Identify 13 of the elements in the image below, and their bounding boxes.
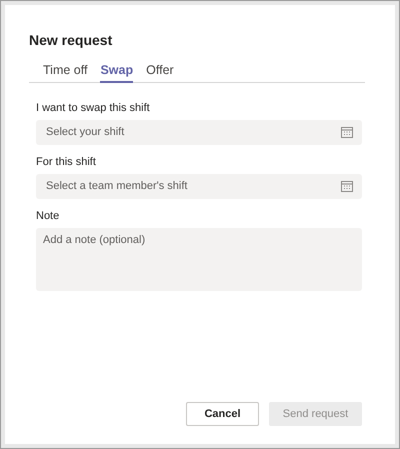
dialog-title: New request xyxy=(29,31,114,49)
note-field[interactable]: Add a note (optional) xyxy=(36,228,362,291)
calendar-icon xyxy=(341,181,353,192)
field-label: Note xyxy=(36,209,60,223)
field-label: For this shift xyxy=(36,155,97,169)
calendar-icon xyxy=(341,127,353,138)
dialog-button[interactable]: Cancel xyxy=(186,402,259,426)
tab[interactable]: Swap xyxy=(100,62,134,83)
field-label: I want to swap this shift xyxy=(36,101,151,115)
tab[interactable]: Time off xyxy=(43,62,88,83)
shift-picker[interactable]: Select a team member's shift xyxy=(36,174,362,199)
tab[interactable]: Offer xyxy=(146,62,174,83)
shift-picker[interactable]: Select your shift xyxy=(36,120,362,145)
